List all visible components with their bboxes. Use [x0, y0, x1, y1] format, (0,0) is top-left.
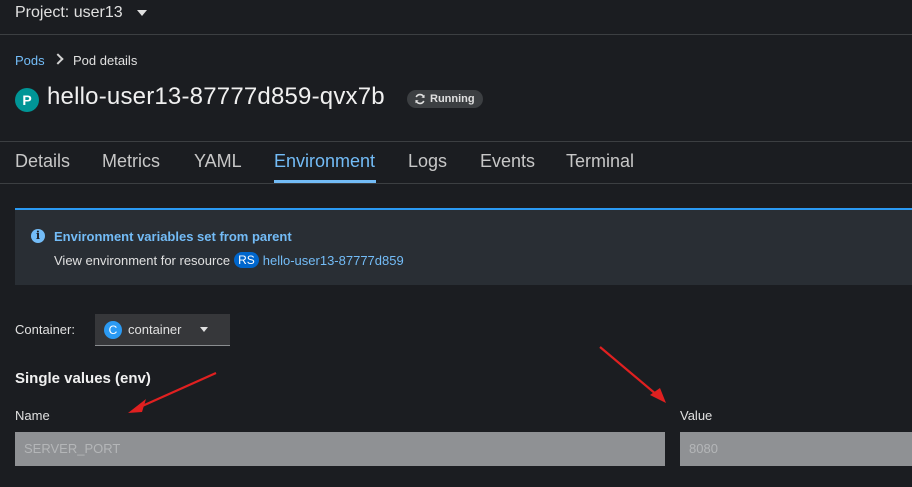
tab-events[interactable]: Events	[480, 151, 535, 172]
annotation-arrow	[599, 346, 658, 396]
container-label: Container:	[15, 322, 75, 337]
resource-link[interactable]: hello-user13-87777d859	[263, 253, 404, 268]
tab-metrics[interactable]: Metrics	[102, 151, 160, 172]
tab-yaml[interactable]: YAML	[194, 151, 242, 172]
sync-icon	[415, 93, 425, 105]
arrow-head-icon	[650, 388, 666, 403]
page-title: hello-user13-87777d859-qvx7b	[47, 83, 385, 110]
caret-down-icon[interactable]	[137, 10, 147, 16]
status-text: Running	[430, 93, 475, 105]
tab-environment[interactable]: Environment	[274, 151, 375, 172]
project-selector[interactable]: Project: user13	[15, 4, 123, 22]
info-alert: i Environment variables set from parent …	[15, 208, 912, 285]
status-badge: Running	[407, 90, 483, 108]
replicaset-badge: RS	[234, 252, 259, 268]
caret-down-icon	[200, 327, 209, 332]
tab-bar: Details Metrics YAML Environment Logs Ev…	[0, 142, 912, 184]
container-value: container	[128, 322, 182, 337]
env-name-field[interactable]: SERVER_PORT	[15, 432, 665, 466]
breadcrumb-pods-link[interactable]: Pods	[15, 53, 45, 68]
value-column-header: Value	[680, 408, 713, 423]
arrow-head-icon	[128, 399, 146, 413]
annotation-arrow	[139, 371, 217, 409]
active-tab-indicator	[274, 180, 376, 183]
container-badge: C	[104, 320, 122, 339]
alert-title: Environment variables set from parent	[54, 229, 292, 244]
tab-details[interactable]: Details	[15, 151, 70, 172]
section-title: Single values (env)	[15, 370, 151, 387]
alert-body: View environment for resource RS hello-u…	[54, 252, 404, 268]
env-value-field[interactable]: 8080	[680, 432, 912, 466]
alert-text: View environment for resource	[54, 252, 231, 268]
tab-terminal[interactable]: Terminal	[566, 151, 634, 172]
chevron-right-icon	[52, 53, 64, 65]
name-column-header: Name	[15, 408, 50, 423]
breadcrumb-current: Pod details	[73, 53, 138, 68]
project-bar	[0, 0, 912, 35]
pod-resource-badge: P	[15, 88, 39, 112]
tab-logs[interactable]: Logs	[408, 151, 447, 172]
info-icon: i	[31, 229, 45, 243]
container-dropdown[interactable]: C container	[95, 314, 230, 346]
